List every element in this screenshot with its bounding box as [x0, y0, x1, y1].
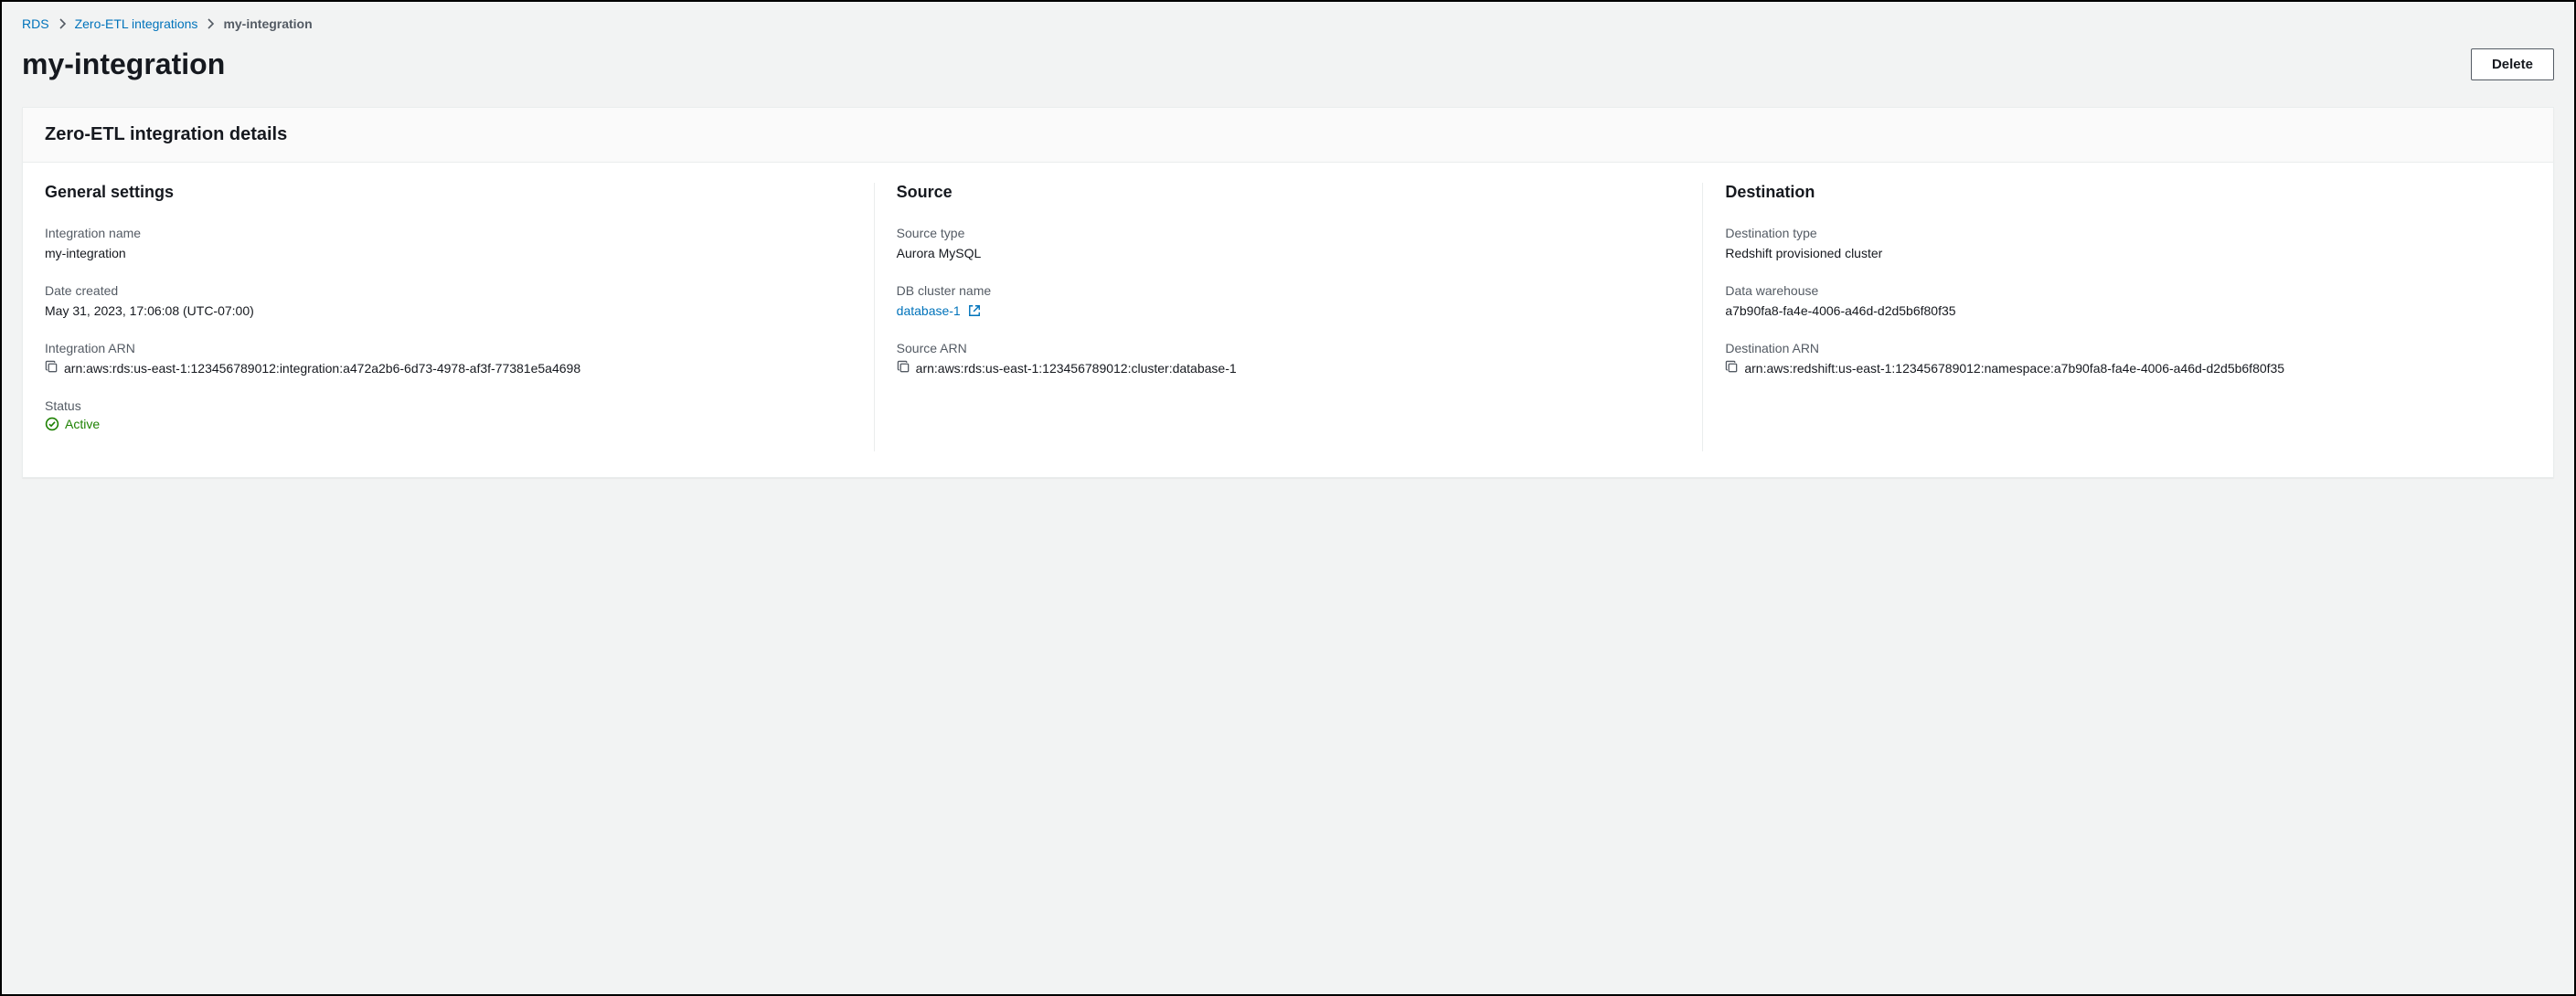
- integration-name-label: Integration name: [45, 226, 852, 240]
- destination-type-value: Redshift provisioned cluster: [1725, 244, 2509, 263]
- copy-icon[interactable]: [1725, 359, 1739, 374]
- general-settings-column: General settings Integration name my-int…: [45, 183, 874, 451]
- general-heading: General settings: [45, 183, 852, 202]
- integration-arn-label: Integration ARN: [45, 341, 852, 355]
- breadcrumb-root[interactable]: RDS: [22, 16, 49, 31]
- panel-title: Zero-ETL integration details: [45, 124, 2531, 145]
- data-warehouse-value: a7b90fa8-fa4e-4006-a46d-d2d5b6f80f35: [1725, 302, 2509, 321]
- integration-arn-value: arn:aws:rds:us-east-1:123456789012:integ…: [64, 359, 580, 378]
- source-arn-value: arn:aws:rds:us-east-1:123456789012:clust…: [916, 359, 1237, 378]
- copy-icon[interactable]: [897, 359, 910, 374]
- breadcrumb-current: my-integration: [223, 16, 312, 31]
- destination-arn-value: arn:aws:redshift:us-east-1:123456789012:…: [1744, 359, 2284, 378]
- destination-arn-label: Destination ARN: [1725, 341, 2509, 355]
- integration-name-value: my-integration: [45, 244, 852, 263]
- destination-heading: Destination: [1725, 183, 2509, 202]
- chevron-right-icon: [59, 18, 66, 29]
- date-created-label: Date created: [45, 283, 852, 298]
- page-title: my-integration: [22, 48, 225, 81]
- destination-type-label: Destination type: [1725, 226, 2509, 240]
- source-type-value: Aurora MySQL: [897, 244, 1681, 263]
- status-value: Active: [65, 417, 100, 431]
- delete-button[interactable]: Delete: [2471, 48, 2554, 80]
- details-panel: Zero-ETL integration details General set…: [22, 107, 2554, 478]
- source-arn-label: Source ARN: [897, 341, 1681, 355]
- date-created-value: May 31, 2023, 17:06:08 (UTC-07:00): [45, 302, 852, 321]
- copy-icon[interactable]: [45, 359, 59, 374]
- source-heading: Source: [897, 183, 1681, 202]
- status-ok-icon: [45, 417, 59, 431]
- status-label: Status: [45, 398, 852, 413]
- chevron-right-icon: [207, 18, 214, 29]
- breadcrumb-section[interactable]: Zero-ETL integrations: [75, 16, 198, 31]
- db-cluster-name-label: DB cluster name: [897, 283, 1681, 298]
- breadcrumb: RDS Zero-ETL integrations my-integration: [22, 13, 2554, 40]
- source-column: Source Source type Aurora MySQL DB clust…: [874, 183, 1703, 451]
- source-type-label: Source type: [897, 226, 1681, 240]
- data-warehouse-label: Data warehouse: [1725, 283, 2509, 298]
- external-link-icon: [968, 304, 981, 317]
- destination-column: Destination Destination type Redshift pr…: [1702, 183, 2531, 451]
- db-cluster-link[interactable]: database-1: [897, 303, 981, 318]
